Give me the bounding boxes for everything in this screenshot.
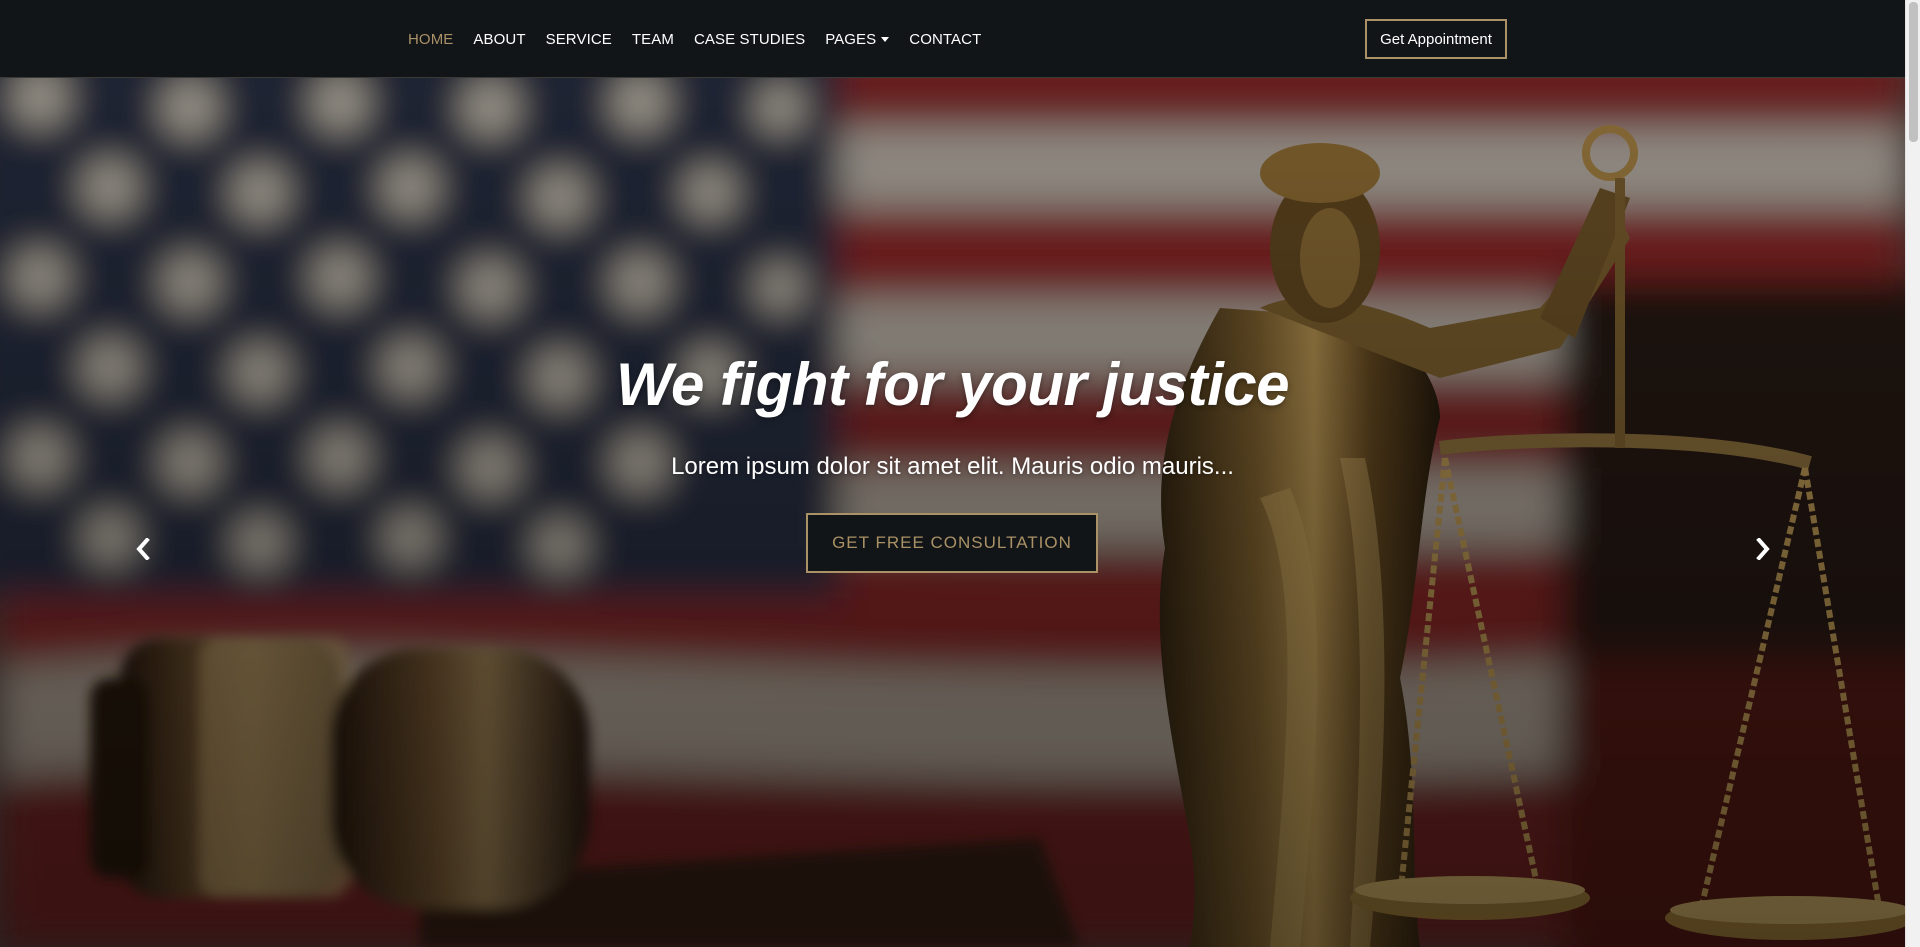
nav-item-label: SERVICE <box>545 30 612 48</box>
hero-subtitle: Lorem ipsum dolor sit amet elit. Mauris … <box>671 453 1234 480</box>
nav-item-case-studies[interactable]: CASE STUDIES <box>684 31 815 48</box>
nav-item-label: TEAM <box>631 30 674 48</box>
scrollbar-thumb[interactable] <box>1909 2 1918 142</box>
hero-carousel: We fight for your justice Lorem ipsum do… <box>0 78 1905 947</box>
nav-item-service[interactable]: SERVICE <box>536 31 622 48</box>
nav-menu: HOME ABOUT SERVICE TEAM CASE STUDIES PAG… <box>398 0 991 78</box>
nav-item-contact[interactable]: CONTACT <box>899 31 991 48</box>
nav-item-label: CONTACT <box>909 30 982 48</box>
nav-item-home[interactable]: HOME <box>398 31 463 48</box>
caret-down-icon <box>881 36 890 42</box>
chevron-right-icon <box>1756 538 1770 560</box>
navbar: HOME ABOUT SERVICE TEAM CASE STUDIES PAG… <box>0 0 1905 78</box>
page-scrollbar[interactable] <box>1905 0 1920 947</box>
chevron-left-icon <box>136 538 150 560</box>
nav-item-label: HOME <box>408 30 454 48</box>
nav-item-label: ABOUT <box>473 30 526 48</box>
carousel-next-button[interactable] <box>1748 534 1778 564</box>
nav-item-pages-dropdown[interactable]: PAGES <box>815 31 899 48</box>
nav-item-team[interactable]: TEAM <box>622 31 684 48</box>
nav-item-label: CASE STUDIES <box>693 30 806 48</box>
get-appointment-button[interactable]: Get Appointment <box>1365 19 1507 59</box>
free-consultation-button[interactable]: GET FREE CONSULTATION <box>806 513 1098 573</box>
page: HOME ABOUT SERVICE TEAM CASE STUDIES PAG… <box>0 0 1920 947</box>
nav-item-about[interactable]: ABOUT <box>463 31 535 48</box>
hero-title: We fight for your justice <box>615 351 1290 418</box>
nav-item-label: PAGES <box>825 30 877 48</box>
carousel-prev-button[interactable] <box>128 534 158 564</box>
